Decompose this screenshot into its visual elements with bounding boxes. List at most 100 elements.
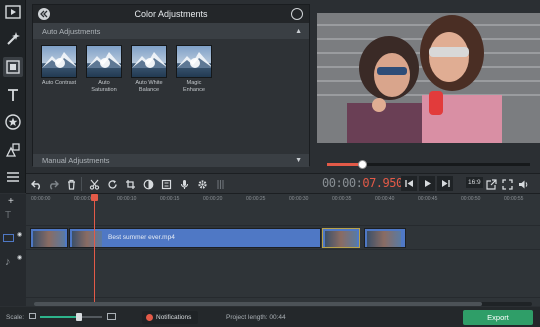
manual-adjustments-header[interactable]: Manual Adjustments ▼ (33, 154, 309, 167)
text-icon (8, 89, 18, 101)
scale-handle[interactable] (76, 313, 82, 321)
export-button[interactable]: Export (463, 310, 533, 325)
audio-track[interactable] (26, 250, 540, 298)
redo-icon (49, 180, 59, 190)
ruler-tick: 00:00:40 (375, 196, 395, 202)
timecode-elapsed: 00:00: (322, 176, 363, 190)
clip-name: Best summer ever.mp4 (108, 234, 175, 241)
shapes-tool[interactable] (3, 140, 23, 160)
fullscreen-button[interactable] (500, 176, 514, 192)
split-button[interactable] (87, 176, 101, 192)
volume-button[interactable] (516, 176, 530, 192)
auto-adjustments-header[interactable]: Auto Adjustments ▲ (33, 23, 309, 39)
preset-label: Magic Enhance (182, 80, 206, 93)
edit-toolbar: 00:00:07.950 16:9 (26, 173, 540, 194)
video-clip[interactable] (364, 228, 406, 248)
delete-button[interactable] (64, 176, 78, 192)
eye-icon[interactable]: ◉ (17, 254, 22, 261)
ruler-tick: 00:00:00 (31, 196, 51, 202)
timecode-seconds: 07.950 (362, 176, 403, 190)
panel-header: Color Adjustments (33, 5, 309, 23)
playhead[interactable] (91, 194, 98, 305)
detach-preview-button[interactable] (484, 176, 498, 192)
gear-icon (197, 179, 207, 189)
preset-auto-white-balance[interactable]: Auto White Balance (131, 45, 167, 94)
double-chevron-left-icon (40, 10, 48, 18)
zoom-in-icon[interactable] (107, 313, 116, 320)
preset-list: Auto Contrast Auto Saturation Auto White… (41, 45, 212, 94)
preview-frame (317, 13, 540, 143)
time-ruler[interactable]: 00:00:00 00:00:05 00:00:10 00:00:15 00:0… (26, 194, 540, 204)
divider (81, 177, 82, 191)
playback-handle[interactable] (357, 160, 367, 169)
crop-button[interactable] (123, 176, 137, 192)
back-button[interactable] (38, 8, 50, 20)
preset-auto-contrast[interactable]: Auto Contrast (41, 45, 77, 94)
more-tools[interactable] (3, 167, 23, 187)
ruler-tick: 00:00:55 (504, 196, 524, 202)
color-contrast-icon (143, 179, 153, 189)
video-editor-window: Color Adjustments Auto Adjustments ▲ Aut… (0, 0, 540, 327)
next-frame-button[interactable] (437, 176, 453, 191)
stickers-tool[interactable] (3, 112, 23, 132)
eye-icon[interactable]: ◉ (17, 231, 22, 238)
record-audio-button[interactable] (177, 176, 191, 192)
undo-icon (30, 180, 40, 190)
clip-thumbnail (72, 231, 102, 247)
filters-tool[interactable] (3, 57, 23, 77)
preset-magic-enhance[interactable]: Magic Enhance (176, 45, 212, 94)
crop-icon (125, 179, 135, 189)
section-label: Manual Adjustments (42, 156, 110, 165)
clip-properties-button[interactable] (159, 176, 173, 192)
skip-forward-icon (441, 180, 450, 187)
playhead-handle[interactable] (91, 194, 98, 201)
ruler-tick: 00:00:45 (418, 196, 438, 202)
scrollbar-thumb[interactable] (34, 302, 482, 306)
playback-slider[interactable] (327, 160, 530, 169)
video-track[interactable]: Best summer ever.mp4 (26, 226, 540, 250)
redo-button[interactable] (46, 176, 60, 192)
video-clip[interactable] (30, 228, 68, 248)
aspect-ratio-button[interactable]: 16:9 (466, 177, 483, 188)
trash-icon (67, 179, 75, 190)
play-button[interactable] (419, 176, 435, 191)
rotate-button[interactable] (105, 176, 119, 192)
previous-frame-button[interactable] (401, 176, 417, 191)
zoom-out-icon[interactable] (29, 313, 36, 319)
scale-slider[interactable] (40, 313, 102, 321)
tool-rail (0, 0, 26, 193)
help-icon[interactable] (291, 8, 303, 20)
notifications-button[interactable]: Notifications (142, 311, 198, 324)
add-track-icon[interactable]: + (8, 196, 14, 207)
clip-thumbnail (367, 231, 401, 247)
mountain-thumbnail (41, 45, 77, 78)
equalizer-icon (216, 179, 224, 189)
project-length: Project length: 00:44 (226, 314, 286, 321)
section-label: Auto Adjustments (42, 26, 101, 36)
magic-wand-tool[interactable] (3, 29, 23, 49)
microphone-icon (180, 179, 188, 189)
import-tool[interactable] (3, 2, 23, 22)
color-adjust-button[interactable] (141, 176, 155, 192)
wand-icon (7, 32, 20, 45)
titles-tool[interactable] (3, 85, 23, 105)
video-clip-selected[interactable]: Best summer ever.mp4 (69, 228, 321, 248)
clip-thumbnail (33, 231, 65, 247)
equalizer-button[interactable] (213, 176, 227, 192)
timeline-scrollbar[interactable] (34, 302, 532, 306)
white-balance-icon (145, 58, 155, 68)
current-timecode: 00:00:07.950 (322, 176, 403, 190)
preset-label: Auto Contrast (41, 80, 77, 86)
video-clip[interactable] (322, 228, 360, 248)
undo-button[interactable] (29, 176, 43, 192)
text-track[interactable] (26, 204, 540, 226)
play-icon (424, 180, 431, 187)
video-preview[interactable] (317, 13, 540, 143)
chevron-up-icon: ▲ (295, 27, 302, 35)
ruler-tick: 00:00:35 (332, 196, 352, 202)
text-track-icon: T (5, 210, 12, 221)
playback-progress (327, 163, 362, 166)
settings-button[interactable] (195, 176, 209, 192)
track-controls: + T ♪ ◉ ◉ (0, 194, 26, 306)
preset-auto-saturation[interactable]: Auto Saturation (86, 45, 122, 94)
